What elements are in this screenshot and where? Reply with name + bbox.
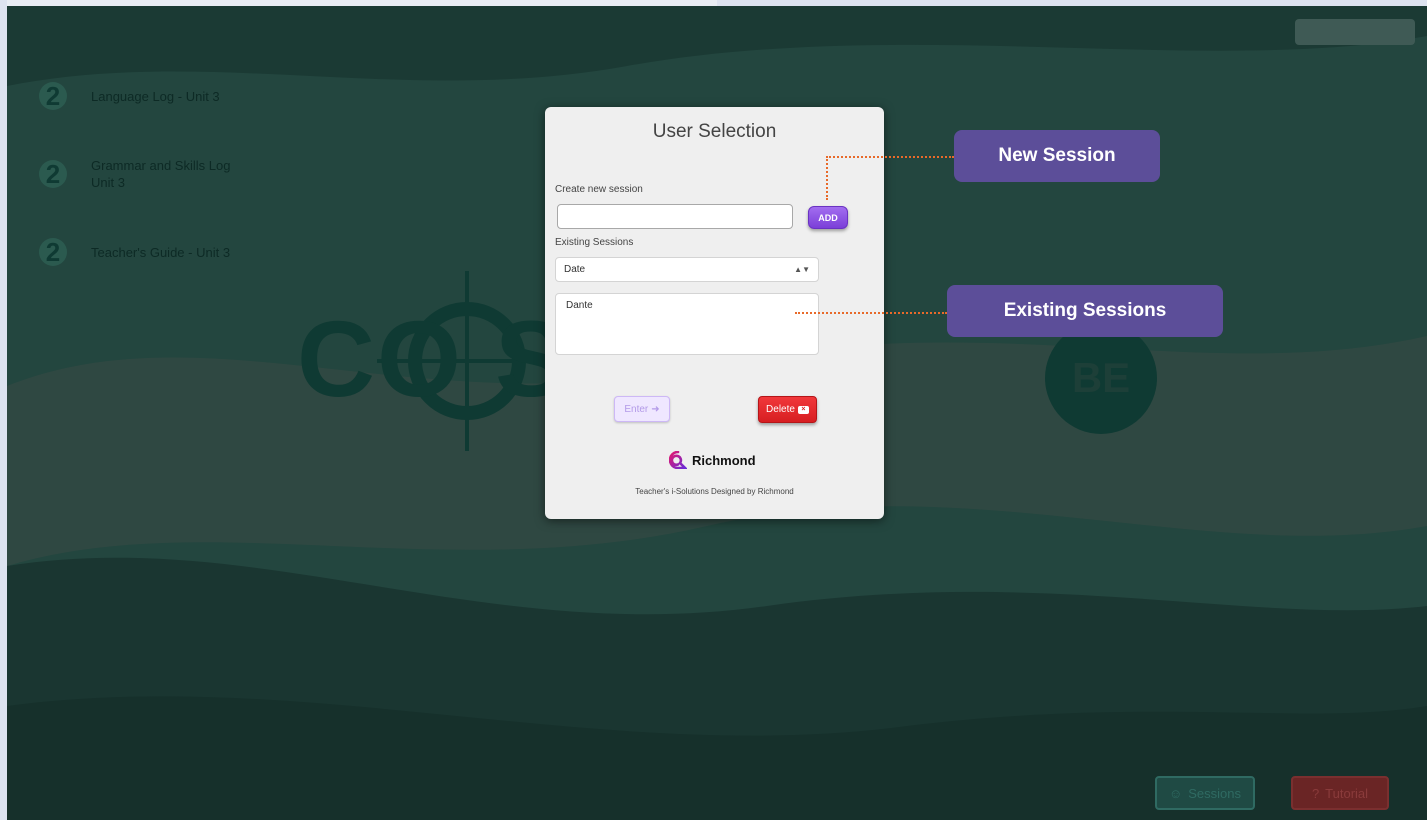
existing-sessions-label: Existing Sessions — [555, 237, 634, 248]
enter-arrow-icon: ➜ — [651, 403, 660, 415]
unit-number-badge: 2 — [39, 159, 67, 189]
add-button[interactable]: ADD — [808, 206, 848, 229]
sidebar-item-grammar-skills-log[interactable]: 2 Grammar and Skills Log Unit 3 — [25, 150, 275, 198]
callout-connector — [795, 312, 947, 314]
sidebar-item-label: Teacher's Guide - Unit 3 — [91, 244, 231, 260]
create-session-label: Create new session — [555, 184, 643, 195]
question-icon: ? — [1311, 785, 1320, 801]
select-arrows-icon: ▲▼ — [794, 265, 810, 274]
enter-button[interactable]: Enter ➜ — [614, 396, 670, 422]
sidebar-item-teachers-guide[interactable]: 2 Teacher's Guide - Unit 3 — [25, 228, 275, 276]
delete-button[interactable]: Delete × — [758, 396, 817, 423]
unit-number-badge: 2 — [39, 237, 67, 267]
backspace-icon: × — [797, 405, 809, 414]
sessions-button[interactable]: ☺ Sessions — [1155, 776, 1255, 810]
callout-connector — [826, 156, 954, 158]
dialog-title: User Selection — [652, 121, 777, 142]
delete-button-label: Delete — [766, 404, 795, 415]
dialog-footer: Teacher's i-Solutions Designed by Richmo… — [635, 487, 794, 496]
sessions-button-label: Sessions — [1188, 785, 1242, 801]
new-session-input[interactable] — [557, 204, 793, 229]
richmond-r-icon — [669, 451, 687, 469]
richmond-logo: Richmond — [669, 450, 756, 470]
sidebar-item-label: Grammar and Skills Log Unit 3 — [91, 158, 231, 190]
callout-connector — [826, 156, 828, 200]
callout-new-session: New Session — [954, 130, 1160, 182]
logo-text: Richmond — [692, 452, 756, 468]
brand-badge: BE — [1045, 322, 1157, 434]
top-right-button[interactable] — [1295, 19, 1415, 45]
sidebar-item-language-log[interactable]: 2 Language Log - Unit 3 — [25, 72, 275, 120]
callout-existing-sessions: Existing Sessions — [947, 285, 1223, 337]
unit-number-badge: 2 — [39, 81, 67, 111]
sidebar-item-label: Language Log - Unit 3 — [91, 88, 220, 104]
session-item[interactable]: Dante — [566, 300, 808, 311]
sort-select[interactable]: Date ▲▼ — [555, 257, 819, 282]
enter-button-label: Enter — [624, 403, 649, 415]
sort-select-value: Date — [564, 264, 586, 275]
user-icon: ☺ — [1168, 785, 1183, 801]
tutorial-button[interactable]: ? Tutorial — [1291, 776, 1389, 810]
session-list[interactable]: Dante — [555, 293, 819, 355]
tutorial-button-label: Tutorial — [1325, 785, 1369, 801]
